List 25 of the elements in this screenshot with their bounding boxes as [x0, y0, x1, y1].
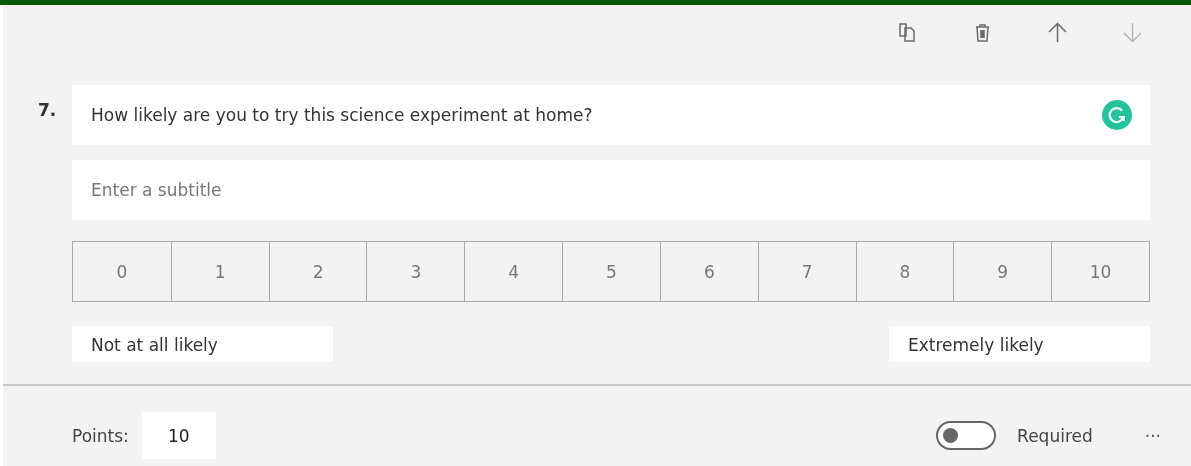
grammar-check-icon[interactable]	[1102, 100, 1132, 130]
question-title-field[interactable]: How likely are you to try this science experiment at home?	[72, 85, 1150, 145]
question-title: How likely are you to try this science experiment at home?	[91, 105, 593, 125]
required-toggle[interactable]	[936, 421, 997, 450]
scale-option[interactable]: 4	[464, 242, 563, 301]
scale-option[interactable]: 5	[562, 242, 660, 301]
up-arrow-icon[interactable]	[1047, 22, 1068, 43]
scale-option[interactable]: 6	[659, 242, 758, 301]
scale-option[interactable]: 1	[170, 242, 269, 301]
copy-icon[interactable]	[897, 22, 918, 43]
question-number: 7.	[37, 100, 58, 120]
subtitle-field[interactable]: Enter a subtitle	[72, 160, 1150, 220]
low-label-field[interactable]: Not at all likely	[72, 326, 333, 362]
scale-option[interactable]: 2	[268, 242, 367, 301]
scale-option[interactable]: 7	[757, 242, 856, 301]
high-label-field[interactable]: Extremely likely	[889, 326, 1150, 362]
more-options-button[interactable]: ···	[1144, 425, 1161, 446]
required-label: Required	[1017, 425, 1093, 446]
scale-option[interactable]: 8	[855, 242, 954, 301]
scale-option[interactable]: 3	[366, 242, 465, 301]
scale-option[interactable]: 0	[73, 242, 171, 301]
scale-option[interactable]: 9	[953, 242, 1052, 301]
points-label: Points:	[72, 425, 129, 446]
points-field[interactable]: 10	[141, 412, 216, 459]
scale-option[interactable]: 10	[1051, 242, 1149, 301]
